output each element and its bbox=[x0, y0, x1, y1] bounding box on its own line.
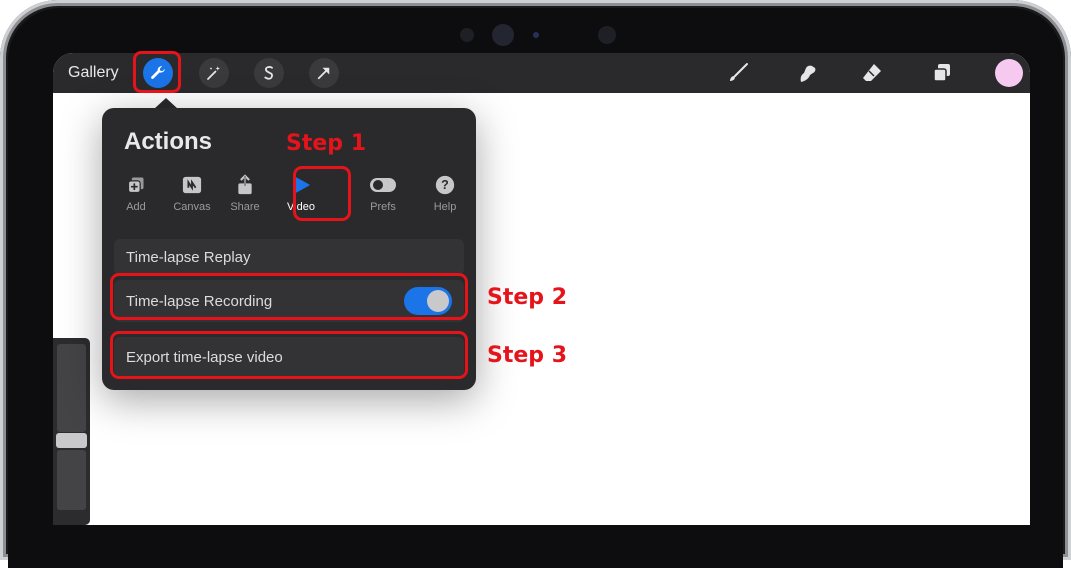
tab-add[interactable]: Add bbox=[112, 172, 160, 213]
step2-recording-highlight bbox=[110, 273, 468, 320]
tab-prefs[interactable]: Prefs bbox=[359, 172, 407, 213]
tab-label: Canvas bbox=[173, 201, 211, 213]
gallery-button[interactable]: Gallery bbox=[68, 64, 119, 82]
camera-lens-icon bbox=[492, 24, 514, 46]
top-toolbar: Gallery bbox=[53, 53, 1030, 93]
opacity-slider[interactable] bbox=[57, 450, 86, 510]
eraser-button[interactable] bbox=[858, 59, 886, 87]
share-icon bbox=[238, 174, 252, 195]
camera-flash-icon bbox=[533, 32, 539, 38]
selection-icon bbox=[264, 66, 273, 80]
tab-label: Share bbox=[230, 201, 260, 213]
actions-button-highlight bbox=[133, 51, 181, 93]
tab-label: Prefs bbox=[370, 201, 396, 213]
tab-help[interactable]: ? Help bbox=[421, 172, 469, 213]
add-icon bbox=[127, 177, 144, 194]
step1-video-highlight bbox=[293, 166, 351, 221]
canvas-icon bbox=[182, 176, 202, 194]
layers-icon bbox=[933, 64, 950, 82]
eraser-icon bbox=[863, 64, 881, 81]
transform-button[interactable] bbox=[309, 58, 339, 88]
arrow-cursor-icon bbox=[317, 67, 330, 80]
tab-label: Add bbox=[126, 201, 146, 213]
step1-label: Step 1 bbox=[286, 131, 366, 156]
tab-share[interactable]: Share bbox=[221, 172, 269, 213]
svg-text:?: ? bbox=[441, 178, 449, 192]
tab-canvas[interactable]: Canvas bbox=[168, 172, 216, 213]
camera-sensor-icon bbox=[598, 26, 616, 44]
layers-button[interactable] bbox=[928, 59, 956, 87]
smudge-icon bbox=[800, 65, 816, 82]
smudge-button[interactable] bbox=[793, 59, 821, 87]
slider-handle[interactable] bbox=[56, 433, 87, 448]
magic-wand-icon bbox=[207, 66, 220, 80]
brush-size-slider[interactable] bbox=[57, 344, 86, 432]
tab-label: Help bbox=[433, 201, 457, 213]
color-picker-button[interactable] bbox=[995, 59, 1023, 87]
adjustments-button[interactable] bbox=[199, 58, 229, 88]
panel-title: Actions bbox=[124, 128, 213, 155]
step3-label: Step 3 bbox=[487, 343, 567, 368]
brush-icon bbox=[730, 63, 748, 81]
step3-export-highlight bbox=[110, 331, 468, 379]
app-screen: Gallery Actions Add Canvas Share Video P… bbox=[53, 53, 1030, 525]
step2-label: Step 2 bbox=[487, 285, 567, 310]
selection-button[interactable] bbox=[254, 58, 284, 88]
help-icon: ? bbox=[435, 175, 455, 195]
sidebar-sliders bbox=[53, 338, 90, 525]
toggle-icon bbox=[370, 178, 396, 192]
camera-sensor-icon bbox=[460, 28, 474, 42]
row-label: Time-lapse Replay bbox=[126, 249, 251, 266]
timelapse-replay-row[interactable]: Time-lapse Replay bbox=[114, 239, 464, 275]
brush-button[interactable] bbox=[724, 59, 752, 87]
